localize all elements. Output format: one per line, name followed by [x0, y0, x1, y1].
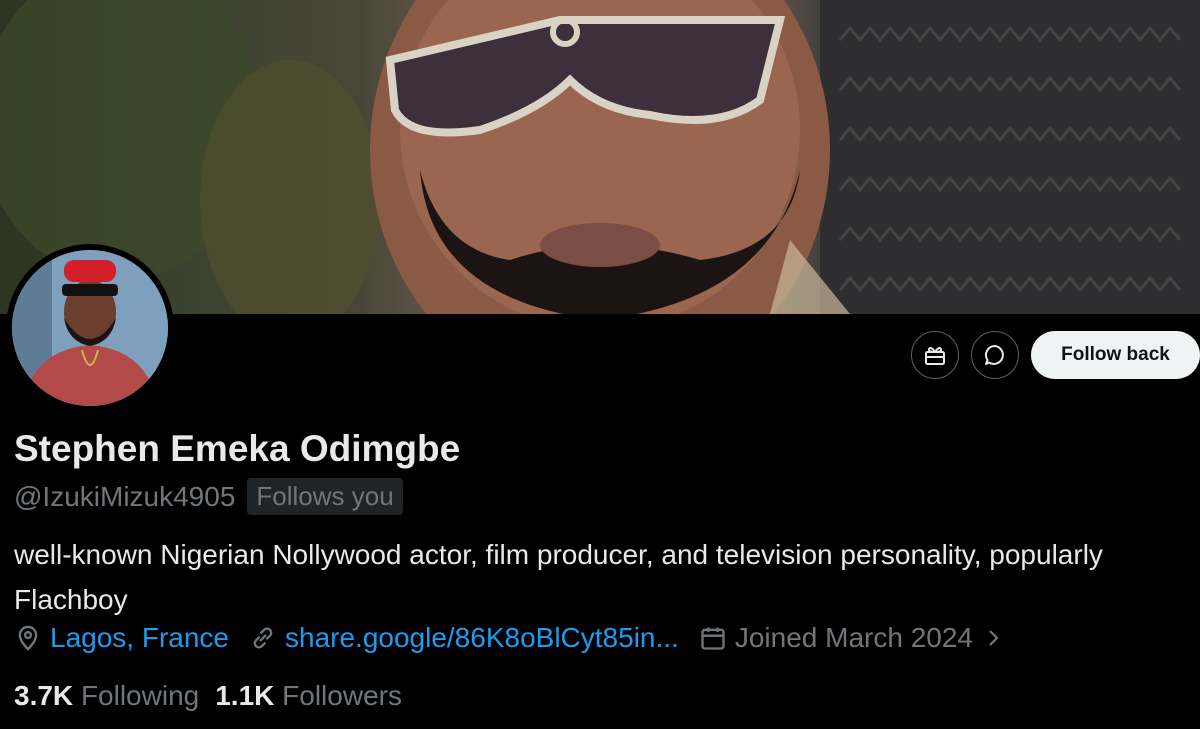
banner-photo — [0, 0, 1200, 314]
profile-stats: 3.7K Following 1.1K Followers — [14, 680, 402, 712]
followers-stat[interactable]: 1.1K Followers — [215, 680, 402, 712]
followers-label: Followers — [282, 680, 402, 711]
location-pin-icon — [18, 625, 38, 651]
profile-bio: well-known Nigerian Nollywood actor, fil… — [14, 539, 1103, 615]
location-item: Lagos, France — [14, 622, 229, 654]
chevron-right-icon — [989, 630, 999, 646]
following-stat[interactable]: 3.7K Following — [14, 680, 199, 712]
follow-back-button[interactable]: Follow back — [1031, 331, 1200, 379]
profile-meta: Lagos, France share.google/86K8oBlCyt85i… — [14, 622, 1025, 654]
handle-row: @IzukiMizuk4905 Follows you — [14, 478, 403, 515]
calendar-icon — [701, 627, 725, 650]
message-button[interactable] — [971, 331, 1019, 379]
joined-date: Joined March 2024 — [734, 622, 973, 653]
joined-item[interactable]: Joined March 2024 — [699, 622, 1005, 654]
website-item: share.google/86K8oBlCyt85in... — [249, 622, 679, 654]
link-icon — [253, 627, 273, 649]
follows-you-badge: Follows you — [247, 478, 403, 515]
message-icon — [984, 344, 1004, 365]
avatar-photo — [12, 250, 168, 406]
following-label: Following — [80, 680, 200, 711]
display-name: Stephen Emeka Odimgbe — [14, 428, 461, 469]
profile-banner[interactable] — [0, 0, 1200, 314]
user-handle: @IzukiMizuk4905 — [14, 480, 236, 512]
gift-button[interactable] — [911, 331, 959, 379]
following-count: 3.7K — [14, 680, 74, 711]
followers-count: 1.1K — [215, 680, 275, 711]
gift-icon — [925, 347, 945, 365]
website-link[interactable]: share.google/86K8oBlCyt85in... — [285, 622, 679, 654]
profile-avatar[interactable] — [6, 244, 174, 412]
location-link[interactable]: Lagos, France — [50, 622, 229, 654]
